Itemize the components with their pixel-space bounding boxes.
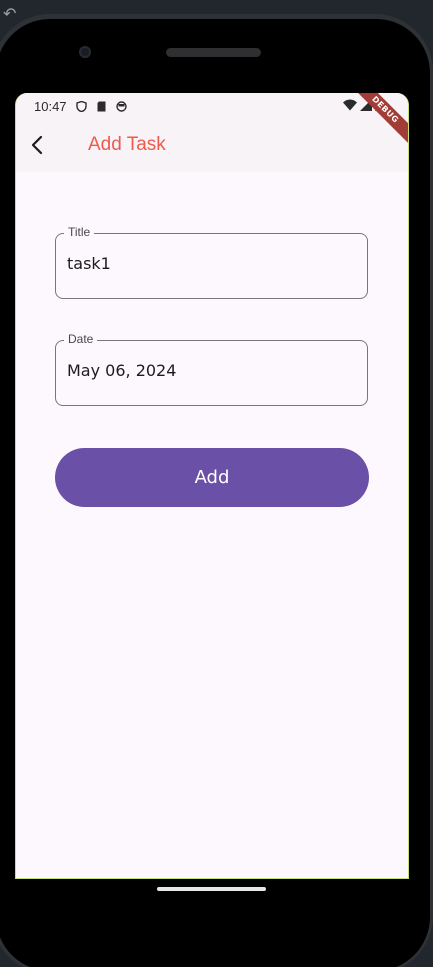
face-icon <box>115 100 127 112</box>
back-button[interactable] <box>27 131 51 159</box>
title-field-label: Title <box>64 225 95 239</box>
app-screen: 10:47 Add Task DEBUG Title task1 Date Ma… <box>15 93 409 879</box>
title-input[interactable] <box>67 254 347 273</box>
status-time: 10:47 <box>34 98 67 114</box>
wifi-icon <box>343 99 357 114</box>
date-input[interactable] <box>67 361 347 380</box>
page-title: Add Task <box>88 134 166 155</box>
sd-card-icon <box>96 101 107 112</box>
back-arrow-icon <box>31 135 43 155</box>
status-bar: 10:47 <box>16 93 408 119</box>
front-camera <box>79 46 91 58</box>
title-field[interactable]: Title <box>55 225 368 299</box>
earpiece-speaker <box>166 48 261 57</box>
app-bar: Add Task <box>16 119 408 172</box>
shield-icon <box>75 100 87 112</box>
emulator-background: ↶ 10:47 Add Task DEBUG Title task1 Date … <box>0 0 433 967</box>
gesture-nav-handle[interactable] <box>157 887 266 891</box>
date-field[interactable]: Date <box>55 332 368 406</box>
date-field-label: Date <box>64 332 98 346</box>
add-button[interactable]: Add <box>55 448 369 507</box>
